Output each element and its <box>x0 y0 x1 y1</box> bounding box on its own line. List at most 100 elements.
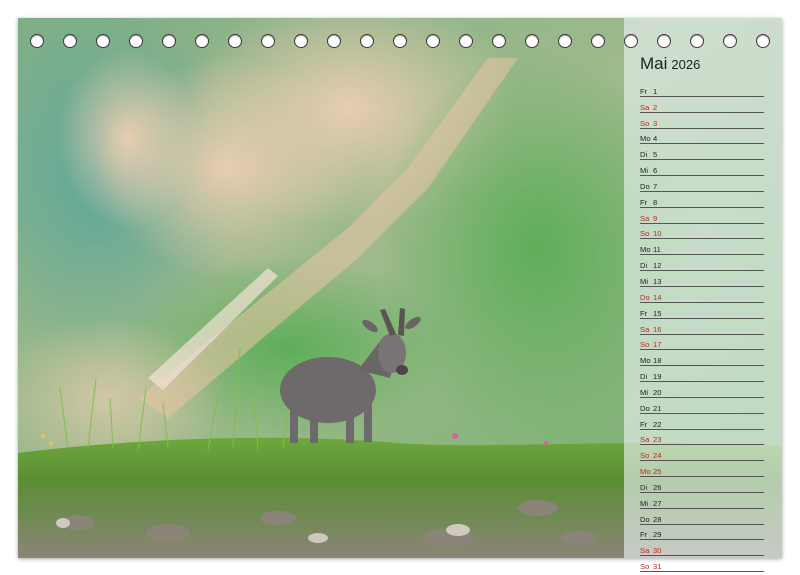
spiral-binding <box>30 34 770 50</box>
day-number: 22 <box>653 419 662 429</box>
weekday-label: Sa <box>640 546 650 556</box>
day-row: Mi 13 <box>640 271 764 287</box>
day-row: Do 21 <box>640 398 764 414</box>
binding-hole <box>657 34 671 48</box>
weekday-label: So <box>640 562 650 572</box>
binding-hole <box>756 34 770 48</box>
weekday-label: Do <box>640 292 650 302</box>
binding-hole <box>261 34 275 48</box>
day-row: So 24 <box>640 445 764 462</box>
day-number: 25 <box>653 467 662 477</box>
day-number: 8 <box>653 197 658 207</box>
month-title: Mai 2026 <box>640 54 700 74</box>
binding-hole <box>723 34 737 48</box>
day-number: 24 <box>653 451 662 461</box>
day-row: Sa 2 <box>640 97 764 113</box>
day-number: 23 <box>653 435 662 445</box>
binding-hole <box>624 34 638 48</box>
day-number: 29 <box>653 530 662 540</box>
day-number: 16 <box>653 324 662 334</box>
day-number: 19 <box>653 372 662 382</box>
binding-hole <box>690 34 704 48</box>
weekday-label: Fr <box>640 197 648 207</box>
day-row: Mi 20 <box>640 382 764 398</box>
day-row: Do 14 <box>640 287 764 303</box>
day-number: 18 <box>653 356 662 366</box>
weekday-label: Fr <box>640 530 648 540</box>
weekday-label: So <box>640 229 650 239</box>
binding-hole <box>492 34 506 48</box>
day-number: 11 <box>653 245 661 255</box>
day-number: 12 <box>653 261 662 271</box>
day-number: 15 <box>653 308 662 318</box>
binding-hole <box>30 34 44 48</box>
day-row: Do 28 <box>640 509 764 525</box>
weekday-label: Mo <box>640 356 651 366</box>
weekday-label: Do <box>640 403 650 413</box>
day-row: So 17 <box>640 335 764 351</box>
weekday-label: Mo <box>640 245 651 255</box>
day-row: Fr 1 <box>640 81 764 97</box>
day-number: 26 <box>653 482 662 492</box>
binding-hole <box>525 34 539 48</box>
weekday-label: So <box>640 118 650 128</box>
binding-hole <box>162 34 176 48</box>
weekday-label: Fr <box>640 86 648 96</box>
day-number: 31 <box>653 562 662 572</box>
day-number: 30 <box>653 546 662 556</box>
day-number: 13 <box>653 276 662 286</box>
weekday-label: So <box>640 451 650 461</box>
day-number: 10 <box>653 229 662 239</box>
day-number: 7 <box>653 181 658 191</box>
binding-hole <box>459 34 473 48</box>
day-list: Fr 1 Sa 2 So 3 Mo 4 Di 5 Mi 6 Do 7 Fr 8 Sa 9 So 10 Mo 11 Di 12 M… <box>640 81 764 573</box>
binding-hole <box>129 34 143 48</box>
day-number: 17 <box>653 340 662 350</box>
weekday-label: Mi <box>640 166 649 176</box>
day-row: Mo 18 <box>640 350 764 367</box>
year-label: 2026 <box>671 57 701 72</box>
day-row: Fr 22 <box>640 414 764 430</box>
weekday-label: Di <box>640 372 648 382</box>
day-number: 3 <box>653 118 658 128</box>
month-name: Mai <box>640 54 668 73</box>
weekday-label: Fr <box>640 308 648 318</box>
day-row: Sa 23 <box>640 430 764 446</box>
weekday-label: Di <box>640 150 648 160</box>
weekday-label: Do <box>640 514 650 524</box>
day-row: Do 7 <box>640 176 764 192</box>
binding-hole <box>393 34 407 48</box>
day-row: Mo 25 <box>640 461 764 478</box>
weekday-label: Sa <box>640 102 650 112</box>
binding-hole <box>63 34 77 48</box>
weekday-label: Do <box>640 181 650 191</box>
day-row: So 10 <box>640 224 764 240</box>
day-row: Mo 4 <box>640 129 764 145</box>
day-number: 14 <box>653 292 662 302</box>
day-number: 28 <box>653 514 662 524</box>
binding-hole <box>96 34 110 48</box>
day-number: 21 <box>653 403 662 413</box>
weekday-label: So <box>640 340 650 350</box>
day-row: So 31 <box>640 556 764 573</box>
binding-hole <box>591 34 605 48</box>
day-row: Di 12 <box>640 255 764 272</box>
binding-hole <box>294 34 308 48</box>
weekday-label: Fr <box>640 419 648 429</box>
day-number: 2 <box>653 102 658 112</box>
weekday-label: Di <box>640 482 648 492</box>
day-row: Sa 30 <box>640 540 764 557</box>
weekday-label: Mi <box>640 276 649 286</box>
day-number: 1 <box>653 86 658 96</box>
day-row: So 3 <box>640 113 764 129</box>
day-row: Mi 27 <box>640 493 764 509</box>
weekday-label: Sa <box>640 435 650 445</box>
day-number: 4 <box>653 134 658 144</box>
binding-hole <box>195 34 209 48</box>
weekday-label: Mi <box>640 498 649 508</box>
binding-hole <box>228 34 242 48</box>
weekday-label: Mi <box>640 387 649 397</box>
day-number: 5 <box>653 150 658 160</box>
binding-hole <box>558 34 572 48</box>
binding-hole <box>327 34 341 48</box>
